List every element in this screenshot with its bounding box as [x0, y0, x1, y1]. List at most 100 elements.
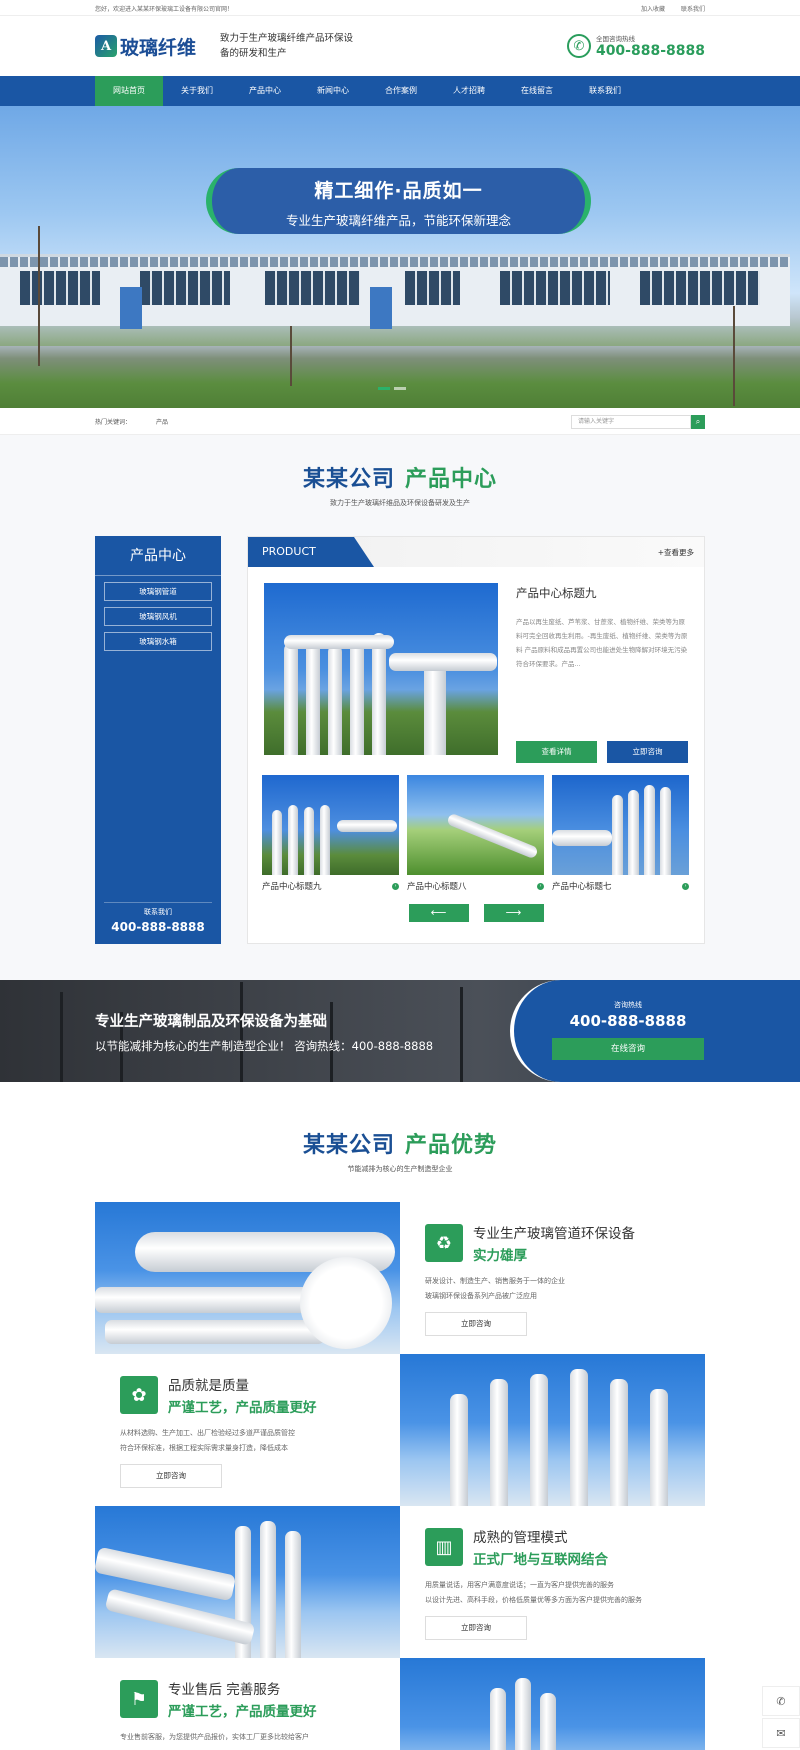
advantage-desc: 玻璃钢环保设备系列产品被广泛应用 [425, 1292, 537, 1300]
sidebar-item-fans[interactable]: 玻璃钢风机 [104, 607, 212, 626]
featured-product-title[interactable]: 产品中心标题九 [516, 585, 688, 601]
advantage-title: 品质就是质量 [168, 1378, 249, 1394]
phone-icon: ✆ [566, 34, 591, 58]
factory-building-image [0, 254, 790, 329]
nav-item-home[interactable]: 网站首页 [95, 76, 163, 106]
consult-now-button[interactable]: 立即咨询 [607, 741, 688, 763]
advantage-highlight: 严谨工艺，产品质量更好 [168, 1400, 317, 1416]
advantage-image [400, 1354, 705, 1506]
products-section: 某某公司 产品中心 致力于生产玻璃纤维品及环保设备研发及生产 产品中心 玻璃钢管道… [0, 435, 800, 980]
chat-icon[interactable]: ✉ [762, 1718, 800, 1748]
site-header: A 玻璃纤维 致力于生产玻璃纤维产品环保设备的研发和生产 ✆ 全国咨询热线 40… [0, 16, 800, 76]
product-card-image[interactable] [552, 775, 689, 875]
banner-caption: 精工细作·品质如一 专业生产玻璃纤维产品，节能环保新理念 [206, 168, 591, 234]
nav-item-jobs[interactable]: 人才招聘 [435, 76, 503, 106]
view-details-button[interactable]: 查看详情 [516, 741, 597, 763]
advantage-row: ✿ 品质就是质量 严谨工艺，产品质量更好 从材料选购、生产加工、出厂检验经过多道… [95, 1354, 705, 1506]
add-favorite-link[interactable]: 加入收藏 [641, 6, 665, 13]
advantages-heading: 某某公司 产品优势 节能减排为核心的生产制造型企业 [0, 1127, 800, 1174]
next-arrow-icon[interactable]: ⟶ [483, 904, 544, 922]
cta-hotline-label: 咨询热线 [614, 1001, 642, 1009]
product-card-title[interactable]: 产品中心标题七 [552, 880, 612, 892]
arrow-right-icon[interactable]: › [682, 882, 689, 890]
sidebar-item-tanks[interactable]: 玻璃钢水箱 [104, 632, 212, 651]
featured-product: 产品中心标题九 产品以再生废纸、芦苇浆、甘蔗浆、植物纤维、荣类等为原料可完全回收… [248, 567, 704, 763]
product-card[interactable]: 产品中心标题八 › [407, 775, 544, 892]
product-card-image[interactable] [262, 775, 399, 875]
hotline-number: 400-888-8888 [595, 43, 705, 59]
hero-banner: 精工细作·品质如一 专业生产玻璃纤维产品，节能环保新理念 [0, 106, 800, 408]
banner-dot-1[interactable] [378, 387, 390, 390]
main-nav: 网站首页 关于我们 产品中心 新闻中心 合作案例 人才招聘 在线留言 联系我们 [0, 76, 800, 106]
product-card-title[interactable]: 产品中心标题九 [262, 880, 322, 892]
advantages-subtitle: 节能减排为核心的生产制造型企业 [347, 1165, 453, 1173]
banner-subtitle: 专业生产玻璃纤维产品，节能环保新理念 [285, 213, 511, 228]
nav-item-message[interactable]: 在线留言 [503, 76, 571, 106]
advantage-image [95, 1202, 400, 1354]
product-card[interactable]: 产品中心标题七 › [552, 775, 689, 892]
product-card-image[interactable] [407, 775, 544, 875]
consult-now-button[interactable]: 立即咨询 [425, 1312, 527, 1336]
product-tab-bar: PRODUCT +查看更多 [248, 537, 704, 567]
hot-keywords-label: 热门关键词： [95, 419, 132, 426]
advantages-title-a: 某某公司 [302, 1133, 395, 1158]
featured-product-image[interactable] [264, 583, 498, 755]
nav-item-products[interactable]: 产品中心 [231, 76, 299, 106]
arrow-right-icon[interactable]: › [392, 882, 399, 890]
advantage-desc: 从材料选购、生产加工、出厂检验经过多道严谨品质管控 [120, 1429, 295, 1437]
advantage-highlight: 严谨工艺，产品质量更好 [168, 1704, 317, 1720]
advantage-highlight: 实力雄厚 [473, 1248, 527, 1264]
prev-arrow-icon[interactable]: ⟵ [408, 904, 469, 922]
banner-title: 精工细作·品质如一 [314, 180, 483, 202]
search-icon[interactable]: ⌕ [691, 414, 705, 429]
consult-now-button[interactable]: 立即咨询 [120, 1464, 222, 1488]
view-more-link[interactable]: +查看更多 [658, 547, 694, 558]
search-input[interactable]: 请输入关键字 [571, 414, 691, 429]
advantage-title: 专业生产玻璃管道环保设备 [473, 1226, 635, 1242]
flag-icon: ⚑ [120, 1680, 158, 1718]
advantage-desc: 用质量说话，用客户满意度说话；一直为客户提供完善的服务 [425, 1581, 614, 1589]
consult-now-button[interactable]: 立即咨询 [425, 1616, 527, 1640]
arrow-right-icon[interactable]: › [537, 882, 544, 890]
chart-icon: ▥ [425, 1528, 463, 1566]
product-card-title[interactable]: 产品中心标题八 [407, 880, 467, 892]
recycle-icon: ♻ [425, 1224, 463, 1262]
cta-banner: 专业生产玻璃制品及环保设备为基础 以节能减排为核心的生产制造型企业！ 咨询热线：… [0, 980, 800, 1082]
advantage-row: ⚑ 专业售后 完善服务 严谨工艺，产品质量更好 专业售前客服，为您提供产品报价，… [95, 1658, 705, 1750]
logo-text: 玻璃纤维 [120, 36, 197, 59]
advantage-row: ▥ 成熟的管理模式 正式厂地与互联网结合 用质量说话，用客户满意度说话；一直为客… [95, 1506, 705, 1658]
advantage-image [400, 1658, 705, 1750]
nav-item-contact[interactable]: 联系我们 [571, 76, 639, 106]
product-sidebar: 产品中心 玻璃钢管道 玻璃钢风机 玻璃钢水箱 联系我们 400-888-8888 [95, 536, 221, 944]
sidebar-contact-number: 400-888-8888 [111, 920, 205, 934]
products-title-b: 产品中心 [405, 467, 498, 492]
sidebar-contact-label: 联系我们 [144, 908, 172, 916]
products-heading: 某某公司 产品中心 致力于生产玻璃纤维品及环保设备研发及生产 [0, 461, 800, 508]
nav-item-cases[interactable]: 合作案例 [367, 76, 435, 106]
advantage-desc: 专业售前客服，为您提供产品报价，实体工厂更多比较给客户 [120, 1733, 309, 1741]
advantage-row: ♻ 专业生产玻璃管道环保设备 实力雄厚 研发设计、制造生产、销售服务于一体的企业… [95, 1202, 705, 1354]
advantage-desc: 符合环保标准，根据工程实际需求量身打造，降低成本 [120, 1444, 288, 1452]
online-consult-button[interactable]: 在线咨询 [552, 1038, 704, 1060]
featured-product-desc: 产品以再生废纸、芦苇浆、甘蔗浆、植物纤维、荣类等为原料可完全回收再生利用。-再生… [516, 618, 688, 668]
search-row: 热门关键词： 产品 请输入关键字 ⌕ [0, 408, 800, 435]
hot-keyword-link[interactable]: 产品 [156, 417, 168, 426]
header-slogan: 致力于生产玻璃纤维产品环保设备的研发和生产 [220, 33, 354, 59]
cta-hotline-number: 400-888-8888 [569, 1012, 687, 1030]
tab-product[interactable]: PRODUCT [248, 537, 374, 567]
sidebar-item-pipes[interactable]: 玻璃钢管道 [104, 582, 212, 601]
banner-dot-2[interactable] [394, 387, 406, 390]
product-card[interactable]: 产品中心标题九 › [262, 775, 399, 892]
nav-item-news[interactable]: 新闻中心 [299, 76, 367, 106]
contact-us-link[interactable]: 联系我们 [681, 6, 705, 13]
advantage-title: 成熟的管理模式 [473, 1530, 568, 1546]
logo[interactable]: A 玻璃纤维 [95, 33, 215, 60]
cta-headline: 专业生产玻璃制品及环保设备为基础 [95, 1014, 327, 1030]
banner-pagination[interactable] [378, 387, 406, 390]
advantage-highlight: 正式厂地与互联网结合 [473, 1552, 608, 1568]
phone-icon[interactable]: ✆ [762, 1686, 800, 1716]
nav-item-about[interactable]: 关于我们 [163, 76, 231, 106]
hotline-label: 全国咨询热线 [595, 35, 635, 43]
product-thumbnails: 产品中心标题九 › 产品中心标题八 › 产品中心标题七 › [248, 763, 704, 892]
sidebar-contact: 联系我们 400-888-8888 [104, 902, 212, 934]
